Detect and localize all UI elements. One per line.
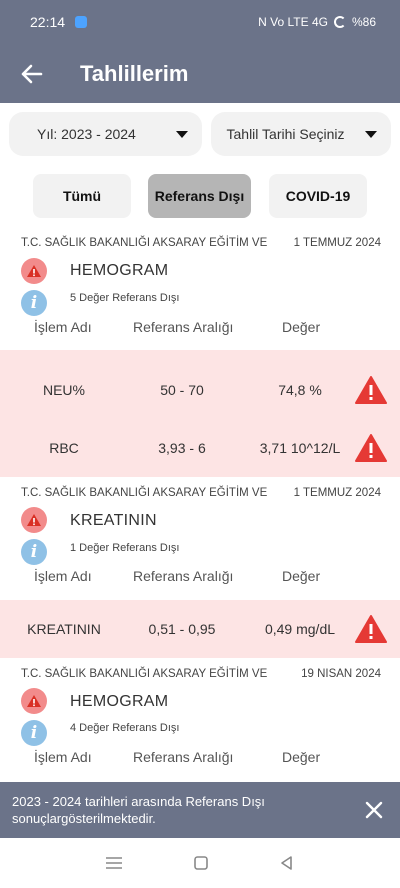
battery-icon [333,16,346,28]
info-icon[interactable]: i [21,290,47,316]
battery-level: %86 [351,15,376,29]
filter-tabs: Tümü Referans Dışı COVID-19 [33,174,367,218]
tab-covid19-label: COVID-19 [285,188,351,204]
report-date: 1 TEMMUZ 2024 [293,237,381,249]
alert-triangle-icon [355,376,387,404]
alert-triangle-icon [355,615,387,643]
year-select-label: Yıl: 2023 - 2024 [37,126,136,142]
back-button[interactable] [0,44,64,103]
back-nav-icon[interactable] [279,855,295,871]
result-range: 3,93 - 6 [158,440,206,456]
column-name: İşlem Adı [34,568,92,584]
report-header[interactable]: T.C. SAĞLIK BAKANLIĞI AKSARAY EĞİTİM VE … [21,487,381,499]
alert-triangle-icon [355,434,387,462]
result-value: 74,8 % [278,382,322,398]
result-name: NEU% [42,382,85,398]
result-range: 50 - 70 [160,382,204,398]
result-value: 0,49 mg/dL [264,621,336,637]
column-value: Değer [282,749,321,765]
column-header: İşlem Adı Referans Aralığı Değer [0,319,400,339]
result-name: RBC [49,440,79,456]
tab-out-of-range-label: Referans Dışı [154,188,245,204]
result-row[interactable]: RBC 3,93 - 6 3,71 10^12/L [0,433,400,463]
app-screen: 22:14 N Vo LTE 4G %86 Tahlillerim Yıl: 2… [0,0,400,888]
report-header[interactable]: T.C. SAĞLIK BAKANLIĞI AKSARAY EĞİTİM VE … [21,237,381,249]
page-title: Tahlillerim [80,60,189,86]
out-of-range-count: 5 Değer Referans Dışı [70,292,180,304]
info-snackbar: 2023 - 2024 tarihleri arasında Referans … [0,782,400,838]
filter-row: Yıl: 2023 - 2024 Tahlil Tarihi Seçiniz [9,112,391,156]
column-range: Referans Aralığı [133,749,234,765]
tab-covid19[interactable]: COVID-19 [269,174,367,218]
test-date-select[interactable]: Tahlil Tarihi Seçiniz [210,112,391,156]
status-time: 22:14 [30,14,66,30]
tab-out-of-range[interactable]: Referans Dışı [148,174,251,218]
result-row[interactable]: NEU% 50 - 70 74,8 % [0,375,400,405]
column-name: İşlem Adı [34,319,92,335]
report-date: 1 TEMMUZ 2024 [293,487,381,499]
snackbar-message: 2023 - 2024 tarihleri arasında Referans … [12,794,265,826]
system-nav-bar [0,838,400,888]
status-right: N Vo LTE 4G %86 [258,15,376,29]
result-value: 3,71 10^12/L [259,440,341,456]
status-bar: 22:14 N Vo LTE 4G %86 [0,0,400,44]
test-date-select-label: Tahlil Tarihi Seçiniz [226,126,345,142]
column-header: İşlem Adı Referans Aralığı Değer [0,568,400,588]
close-icon[interactable] [362,798,386,822]
report-date: 19 NISAN 2024 [301,668,381,680]
network-indicators: N Vo LTE 4G [258,15,328,29]
column-name: İşlem Adı [34,749,92,765]
out-of-range-count: 4 Değer Referans Dışı [70,722,180,734]
test-name: KREATININ [70,512,157,529]
institution-name: T.C. SAĞLIK BAKANLIĞI AKSARAY EĞİTİM VE [21,487,268,499]
test-name: HEMOGRAM [70,693,169,710]
result-range: 0,51 - 0,95 [148,621,216,637]
column-range: Referans Aralığı [133,568,234,584]
app-bar: Tahlillerim [0,44,400,103]
caret-down-icon [175,130,188,138]
result-name: KREATININ [27,621,101,637]
warning-badge-icon [21,507,47,533]
home-nav-icon[interactable] [193,855,209,871]
institution-name: T.C. SAĞLIK BAKANLIĞI AKSARAY EĞİTİM VE [21,237,268,249]
column-value: Değer [282,568,321,584]
menu-nav-icon[interactable] [105,856,123,870]
tab-all[interactable]: Tümü [33,174,131,218]
tab-all-label: Tümü [62,188,102,204]
back-arrow-icon [21,64,43,83]
column-range: Referans Aralığı [133,319,234,335]
caret-down-icon [365,130,377,138]
warning-badge-icon [21,258,47,284]
institution-name: T.C. SAĞLIK BAKANLIĞI AKSARAY EĞİTİM VE [21,668,268,680]
report-header[interactable]: T.C. SAĞLIK BAKANLIĞI AKSARAY EĞİTİM VE … [21,668,381,680]
info-icon[interactable]: i [21,720,47,746]
column-value: Değer [282,319,321,335]
column-header: İşlem Adı Referans Aralığı Değer [0,749,400,769]
notification-icon [75,16,88,28]
result-row[interactable]: KREATININ 0,51 - 0,95 0,49 mg/dL [0,614,400,644]
out-of-range-count: 1 Değer Referans Dışı [70,542,180,554]
warning-badge-icon [21,688,47,714]
year-select[interactable]: Yıl: 2023 - 2024 [9,112,202,156]
info-icon[interactable]: i [21,539,47,565]
test-name: HEMOGRAM [70,262,169,279]
